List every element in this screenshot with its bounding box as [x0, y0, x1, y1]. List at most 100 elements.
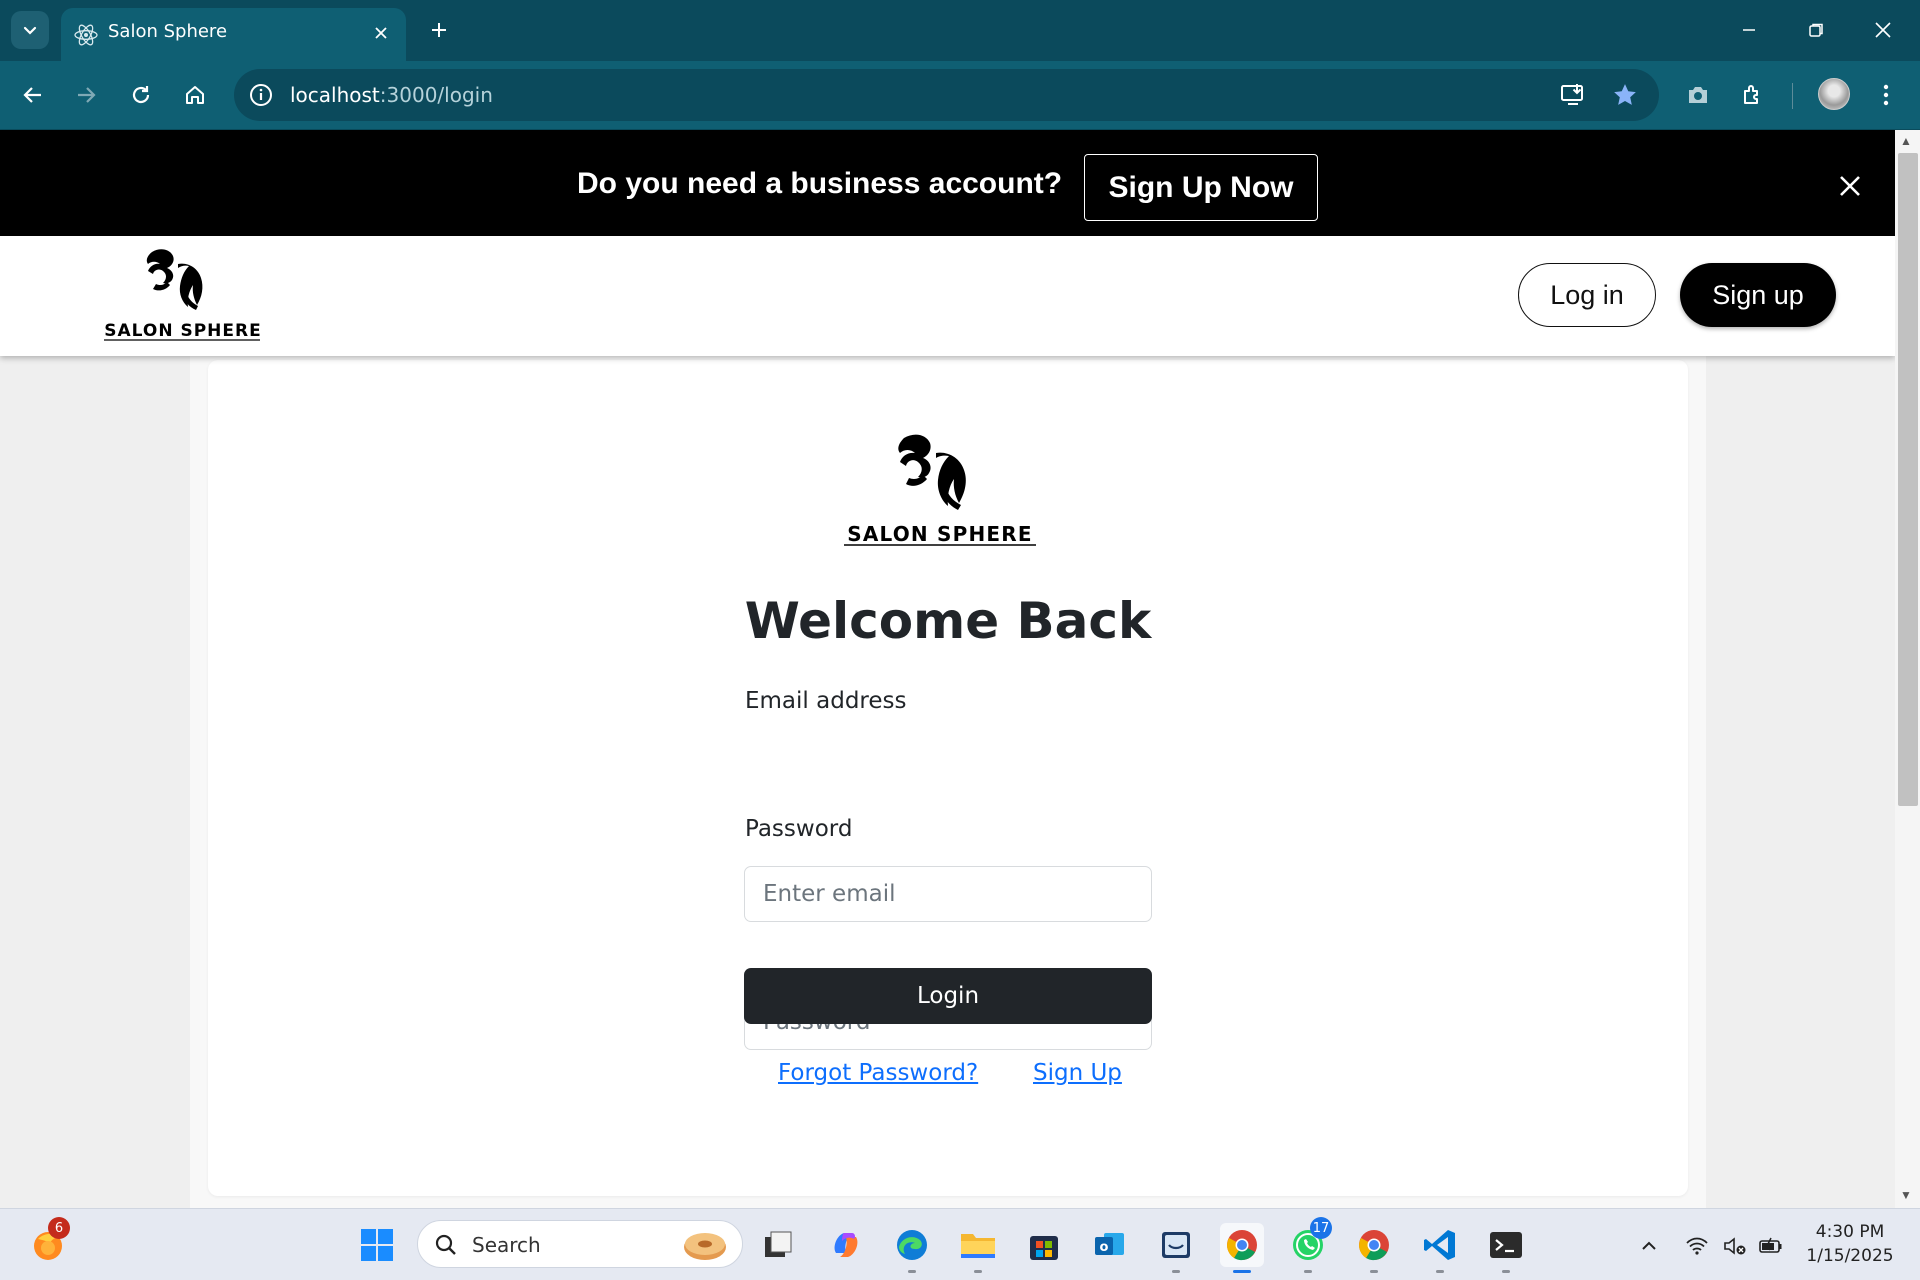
store-taskbar-button[interactable]: [1022, 1223, 1066, 1267]
file-manager-taskbar-button[interactable]: [756, 1223, 800, 1267]
menu-button[interactable]: [1868, 77, 1904, 113]
copilot-icon: [834, 1233, 858, 1257]
back-button[interactable]: [12, 74, 54, 116]
taskbar-clock[interactable]: 4:30 PM 1/15/2025: [1800, 1220, 1900, 1268]
file-manager-icon: [765, 1231, 792, 1257]
terminal-icon: [1490, 1232, 1522, 1258]
edge-taskbar-button[interactable]: [890, 1223, 934, 1273]
install-app-button[interactable]: [1559, 81, 1587, 109]
tab-close-button[interactable]: [368, 20, 394, 46]
battery-charging-icon: [1759, 1237, 1782, 1253]
edge-icon: [897, 1230, 927, 1260]
taskbar-search-box[interactable]: Search: [417, 1220, 743, 1268]
tab-search-button[interactable]: [11, 11, 49, 49]
teams-taskbar-button[interactable]: [1154, 1223, 1198, 1273]
folder-icon: [961, 1234, 995, 1258]
running-indicator: [1502, 1270, 1510, 1273]
promo-close-button[interactable]: [1832, 168, 1868, 204]
info-icon[interactable]: [248, 82, 274, 108]
react-icon: [74, 24, 98, 46]
logo-wordmark: SALON SPHERE: [104, 321, 261, 341]
email-field[interactable]: [744, 866, 1152, 922]
vscode-taskbar-button[interactable]: [1418, 1223, 1462, 1273]
home-button[interactable]: [174, 74, 216, 116]
close-icon: [1875, 22, 1891, 38]
close-window-button[interactable]: [1860, 10, 1906, 50]
wifi-status[interactable]: [1682, 1231, 1712, 1261]
profile-avatar[interactable]: [1818, 78, 1850, 110]
whatsapp-taskbar-button[interactable]: 17: [1286, 1217, 1332, 1273]
logo-wordmark: SALON SPHERE: [847, 522, 1033, 546]
signup-link[interactable]: Sign Up: [1033, 1060, 1122, 1086]
notification-badge: 17: [1310, 1217, 1332, 1239]
chevron-up-icon: [1642, 1241, 1656, 1250]
bagel-icon: [684, 1233, 726, 1260]
running-indicator: [974, 1270, 982, 1273]
scroll-up-arrow-icon[interactable]: ▲: [1900, 134, 1912, 148]
firefox-taskbar-button[interactable]: 6: [26, 1217, 70, 1267]
salon-sphere-logo: SALON SPHERE: [844, 434, 1036, 546]
tab-title: Salon Sphere: [108, 21, 228, 42]
reload-icon: [132, 86, 150, 104]
puzzle-icon: [1744, 85, 1758, 104]
chrome-icon: [1227, 1230, 1257, 1261]
salon-sphere-logo[interactable]: SALON SPHERE: [100, 244, 266, 348]
forgot-password-link[interactable]: Forgot Password?: [778, 1060, 978, 1086]
new-tab-button[interactable]: [423, 14, 455, 46]
volume-muted-icon: [1724, 1237, 1746, 1255]
terminal-taskbar-button[interactable]: [1484, 1223, 1528, 1273]
camera-icon: [1689, 87, 1707, 103]
business-promo-banner: Do you need a business account? Sign Up …: [0, 130, 1895, 236]
chrome-taskbar-button[interactable]: [1220, 1223, 1264, 1273]
scroll-down-arrow-icon[interactable]: ▼: [1900, 1188, 1912, 1202]
outlook-taskbar-button[interactable]: o: [1088, 1223, 1132, 1267]
close-icon: [375, 27, 387, 39]
forward-button[interactable]: [65, 74, 107, 116]
email-label: Email address: [745, 688, 907, 714]
explorer-taskbar-button[interactable]: [956, 1223, 1000, 1273]
copilot-taskbar-button[interactable]: [824, 1223, 868, 1267]
snipping-tool-icon: [1162, 1232, 1190, 1258]
extensions-button[interactable]: [1735, 77, 1771, 113]
show-hidden-icons-button[interactable]: [1634, 1231, 1664, 1261]
start-button[interactable]: [355, 1223, 399, 1267]
chrome-profile-taskbar-button[interactable]: [1352, 1223, 1396, 1273]
star-icon: [1614, 84, 1636, 105]
chevron-down-icon: [23, 26, 37, 35]
windows-taskbar: 6 Search o 17 4:30 PM 1/15/2025: [0, 1208, 1920, 1280]
login-button[interactable]: Log in: [1518, 263, 1656, 327]
login-submit-button[interactable]: Login: [744, 968, 1152, 1024]
browser-tabbar: Salon Sphere: [0, 0, 1920, 61]
chrome-icon: [1359, 1230, 1389, 1261]
url-path: :3000/login: [379, 83, 493, 107]
clock-date: 1/15/2025: [1806, 1246, 1894, 1266]
screenshot-button[interactable]: [1680, 77, 1716, 113]
running-indicator: [1233, 1270, 1251, 1273]
site-header: SALON SPHERE Log in Sign up: [0, 236, 1895, 356]
running-indicator: [1304, 1270, 1312, 1273]
browser-tab-active[interactable]: Salon Sphere: [61, 8, 406, 61]
windows-start-icon: [361, 1229, 393, 1261]
url-text[interactable]: localhost:3000/login: [290, 83, 493, 107]
sign-up-now-button[interactable]: Sign Up Now: [1084, 154, 1318, 221]
reload-button[interactable]: [120, 74, 162, 116]
home-icon: [186, 86, 204, 104]
bookmark-button[interactable]: [1611, 81, 1639, 109]
restore-icon: [1809, 23, 1823, 37]
minimize-button[interactable]: [1726, 10, 1772, 50]
volume-status[interactable]: [1720, 1231, 1750, 1261]
arrow-left-icon: [23, 87, 41, 103]
more-vertical-icon: [1883, 84, 1889, 106]
scrollbar-thumb[interactable]: [1898, 153, 1918, 806]
login-card: SALON SPHERE Welcome Back Email address …: [208, 360, 1688, 1196]
search-placeholder: Search: [472, 1233, 541, 1257]
address-bar[interactable]: localhost:3000/login: [234, 69, 1659, 121]
restore-button[interactable]: [1793, 10, 1839, 50]
battery-status[interactable]: [1756, 1231, 1786, 1261]
signup-button[interactable]: Sign up: [1680, 263, 1836, 327]
clock-time: 4:30 PM: [1815, 1222, 1885, 1242]
notification-badge: 6: [48, 1217, 70, 1239]
outlook-icon: o: [1095, 1233, 1124, 1255]
browser-toolbar: localhost:3000/login: [0, 61, 1920, 130]
minimize-icon: [1743, 29, 1755, 31]
